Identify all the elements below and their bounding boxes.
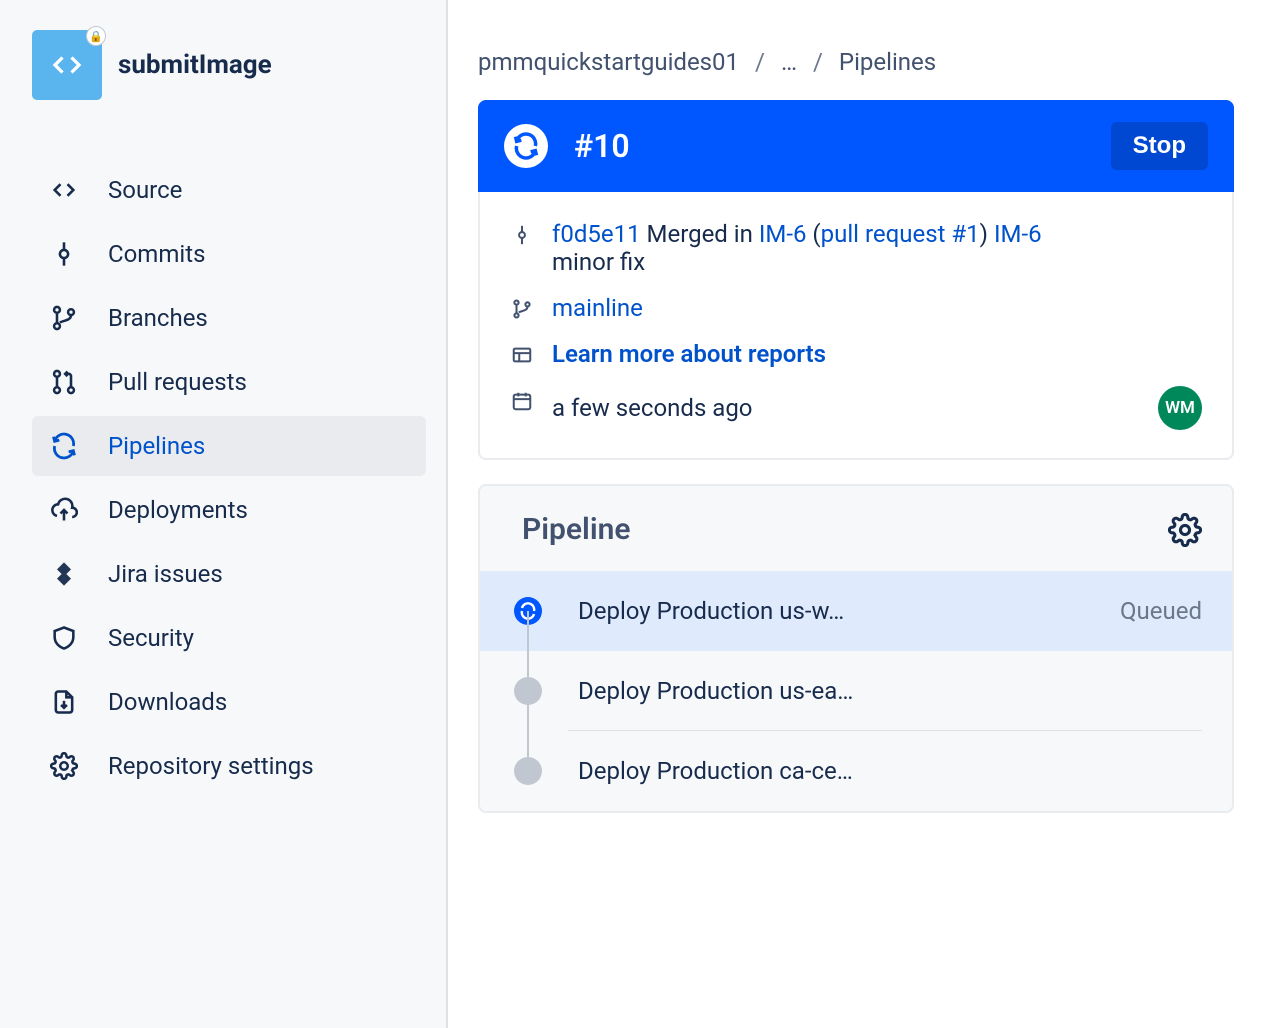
report-icon — [510, 343, 534, 367]
step-connector — [527, 711, 529, 771]
step-connector — [527, 631, 529, 691]
branch-icon — [50, 304, 78, 332]
reports-link[interactable]: Learn more about reports — [552, 340, 826, 368]
issue-link[interactable]: IM-6 — [994, 220, 1042, 248]
lock-icon: 🔒 — [86, 26, 106, 46]
sidebar-item-downloads[interactable]: Downloads — [32, 672, 426, 732]
stop-button[interactable]: Stop — [1111, 122, 1208, 170]
commit-message-line2: minor fix — [552, 248, 1042, 276]
commit-message: f0d5e11 Merged in IM-6 (pull request #1)… — [552, 220, 1042, 276]
sidebar-item-label: Commits — [108, 240, 205, 268]
pipeline-steps: Deploy Production us-w… Queued Deploy Pr… — [480, 571, 1232, 811]
sidebar: 🔒 submitImage Source Commits Branches — [0, 0, 448, 1028]
sidebar-item-repository-settings[interactable]: Repository settings — [32, 736, 426, 796]
pull-request-link[interactable]: pull request #1 — [821, 220, 980, 248]
sidebar-item-label: Pipelines — [108, 432, 205, 460]
branch-icon — [510, 297, 534, 321]
repo-title: submitImage — [118, 50, 272, 80]
pipelines-icon — [50, 432, 78, 460]
sidebar-item-jira-issues[interactable]: Jira issues — [32, 544, 426, 604]
reports-row: Learn more about reports — [510, 340, 1202, 368]
breadcrumb: pmmquickstartguides01 / … / Pipelines — [478, 48, 1234, 76]
repo-header: 🔒 submitImage — [32, 30, 426, 100]
breadcrumb-separator: / — [755, 48, 765, 76]
shield-icon — [50, 624, 78, 652]
main: pmmquickstartguides01 / … / Pipelines #1… — [448, 0, 1264, 1028]
breadcrumb-ellipsis[interactable]: … — [781, 48, 797, 76]
sidebar-item-pipelines[interactable]: Pipelines — [32, 416, 426, 476]
pipeline-step[interactable]: Deploy Production us-ea… — [480, 651, 1232, 731]
sidebar-item-deployments[interactable]: Deployments — [32, 480, 426, 540]
sidebar-item-branches[interactable]: Branches — [32, 288, 426, 348]
avatar[interactable]: WM — [1158, 386, 1202, 430]
pipeline-panel: Pipeline Deploy Production us-w… Queued … — [478, 484, 1234, 813]
sidebar-item-label: Branches — [108, 304, 208, 332]
commit-icon — [50, 240, 78, 268]
issue-link[interactable]: IM-6 — [759, 220, 807, 248]
repo-icon: 🔒 — [32, 30, 102, 100]
run-number: #10 — [574, 127, 1085, 165]
step-state: Queued — [1120, 597, 1202, 625]
run-header: #10 Stop — [478, 100, 1234, 192]
sidebar-item-label: Security — [108, 624, 194, 652]
commit-row: f0d5e11 Merged in IM-6 (pull request #1)… — [510, 220, 1202, 276]
sidebar-item-label: Source — [108, 176, 182, 204]
timestamp-row: a few seconds ago WM — [510, 386, 1202, 430]
breadcrumb-project[interactable]: pmmquickstartguides01 — [478, 48, 739, 76]
pipeline-step[interactable]: Deploy Production ca-ce… — [480, 731, 1232, 811]
code-icon — [50, 176, 78, 204]
sidebar-nav: Source Commits Branches Pull requests Pi… — [32, 160, 426, 796]
pipeline-settings-button[interactable] — [1168, 513, 1202, 547]
pipeline-header: Pipeline — [480, 512, 1232, 571]
pull-request-icon — [50, 368, 78, 396]
gear-icon — [50, 752, 78, 780]
file-download-icon — [50, 688, 78, 716]
branch-row: mainline — [510, 294, 1202, 322]
sidebar-item-label: Pull requests — [108, 368, 247, 396]
step-name: Deploy Production ca-ce… — [578, 757, 1166, 785]
breadcrumb-separator: / — [813, 48, 823, 76]
step-name: Deploy Production us-ea… — [578, 677, 1166, 705]
running-status-icon — [504, 124, 548, 168]
commit-icon — [510, 223, 534, 247]
sidebar-item-source[interactable]: Source — [32, 160, 426, 220]
breadcrumb-page[interactable]: Pipelines — [839, 48, 936, 76]
step-name: Deploy Production us-w… — [578, 597, 1084, 625]
sidebar-item-pull-requests[interactable]: Pull requests — [32, 352, 426, 412]
sidebar-item-commits[interactable]: Commits — [32, 224, 426, 284]
sidebar-item-label: Deployments — [108, 496, 248, 524]
sidebar-item-label: Jira issues — [108, 560, 223, 588]
timestamp: a few seconds ago — [552, 394, 753, 422]
sidebar-item-label: Repository settings — [108, 752, 314, 780]
run-details: f0d5e11 Merged in IM-6 (pull request #1)… — [478, 192, 1234, 460]
branch-link[interactable]: mainline — [552, 294, 643, 322]
calendar-icon — [510, 389, 534, 413]
cloud-upload-icon — [50, 496, 78, 524]
sidebar-item-security[interactable]: Security — [32, 608, 426, 668]
pipeline-title: Pipeline — [522, 512, 1168, 547]
sidebar-item-label: Downloads — [108, 688, 227, 716]
jira-icon — [50, 560, 78, 588]
commit-hash-link[interactable]: f0d5e11 — [552, 220, 641, 248]
pipeline-step[interactable]: Deploy Production us-w… Queued — [480, 571, 1232, 651]
